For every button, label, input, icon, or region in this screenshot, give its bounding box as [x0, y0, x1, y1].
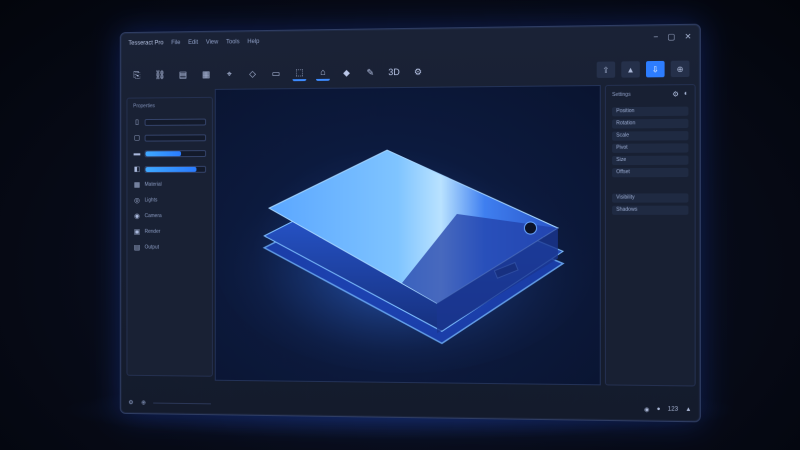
device-render: [215, 86, 594, 376]
toolbar: ⎘ ⛓ ▤ ▦ ⌖ ◇ ▭ ⬚ ⌂ ◆ ✎ 3D ⚙ ⇪ ▲ ⇩ ⊕: [121, 57, 700, 86]
status-zoom-value: 123: [667, 406, 679, 413]
mountain-icon[interactable]: ▲: [621, 61, 640, 78]
light-icon: ◎: [134, 197, 140, 205]
pen-icon[interactable]: ✎: [363, 65, 377, 79]
sidebar-item-label: Output: [144, 244, 159, 251]
app-window: Tesseract Pro File Edit View Tools Help …: [119, 23, 701, 423]
device-camera-lens: [524, 222, 536, 234]
status-gear-icon[interactable]: ⚙: [128, 399, 133, 406]
settings-icon[interactable]: ⚙: [411, 65, 425, 79]
menu-item-help[interactable]: Help: [247, 39, 259, 45]
property-row[interactable]: ▯: [127, 114, 211, 130]
camera-icon: ◉: [134, 213, 140, 221]
settings-panel: Settings ⚙ ◐ Position Rotation Scale Piv…: [604, 84, 696, 387]
gear-icon[interactable]: ⚙: [672, 90, 679, 98]
status-warning-icon[interactable]: ▲: [685, 406, 691, 413]
property-field[interactable]: [144, 133, 207, 142]
object-icon[interactable]: ◆: [340, 66, 354, 80]
settings-row-shadows[interactable]: Shadows: [612, 205, 689, 215]
menu-item-tools[interactable]: Tools: [226, 39, 240, 45]
pin-icon[interactable]: ⌖: [223, 67, 237, 81]
home-icon[interactable]: ⌂: [316, 64, 330, 81]
property-row[interactable]: ◧: [127, 161, 211, 177]
settings-row-size[interactable]: Size: [612, 155, 689, 166]
properties-header: Properties: [133, 103, 155, 110]
settings-row-pivot[interactable]: Pivot: [612, 143, 689, 153]
layers-icon[interactable]: ▤: [176, 68, 189, 82]
title-bar: Tesseract Pro File Edit View Tools Help …: [121, 25, 700, 55]
settings-header-icons: ⚙ ◐: [672, 90, 688, 98]
menu-bar: File Edit View Tools Help: [171, 39, 259, 46]
settings-row-scale[interactable]: Scale: [612, 131, 689, 141]
3d-icon[interactable]: 3D: [387, 65, 401, 79]
window-controls: − ▢ ✕: [653, 31, 691, 41]
frame-icon: ▢: [133, 134, 141, 142]
render-settings-icon: ▣: [133, 228, 141, 236]
status-target-icon[interactable]: ◉: [644, 406, 649, 413]
settings-row-visibility[interactable]: Visibility: [612, 193, 689, 203]
3d-viewport[interactable]: [214, 84, 601, 386]
settings-row-rotation[interactable]: Rotation: [612, 118, 689, 129]
settings-row-position[interactable]: Position: [612, 106, 689, 117]
object-icon: ▯: [135, 119, 139, 126]
grid-icon[interactable]: ▦: [199, 67, 213, 81]
property-slider[interactable]: [144, 149, 207, 157]
sidebar-item-output[interactable]: ▤ Output: [127, 240, 211, 256]
menu-item-view[interactable]: View: [206, 40, 218, 46]
output-icon: ▤: [133, 244, 141, 252]
share-icon[interactable]: ⊕: [670, 60, 690, 78]
property-row[interactable]: ▬: [127, 145, 211, 161]
app-title: Tesseract Pro: [128, 40, 164, 47]
material-icon: ▦: [133, 181, 141, 189]
status-dot-icon: ●: [656, 405, 661, 413]
maximize-icon[interactable]: ▢: [667, 32, 675, 41]
select-icon[interactable]: ⬚: [292, 65, 307, 82]
frame-icon[interactable]: ▭: [269, 66, 283, 80]
settings-title: Settings: [612, 91, 631, 99]
theme-icon[interactable]: ◐: [684, 90, 688, 98]
sidebar-item-render[interactable]: ▣ Render: [127, 224, 211, 240]
sidebar-item-camera[interactable]: ◉ Camera: [127, 208, 211, 224]
export-icon[interactable]: ⇪: [596, 61, 616, 78]
property-field[interactable]: [144, 118, 207, 126]
sidebar-item-label: Render: [144, 228, 161, 235]
sidebar-item-label: Lights: [144, 197, 158, 204]
bar-icon: ▬: [133, 149, 141, 157]
sidebar-item-label: Material: [144, 181, 162, 188]
status-divider: [153, 402, 212, 404]
slider-fill: [145, 166, 197, 172]
minimize-icon[interactable]: −: [653, 32, 658, 41]
status-add-icon[interactable]: ⊕: [141, 399, 146, 406]
sidebar-item-label: Camera: [144, 213, 162, 220]
slider-fill: [145, 150, 182, 156]
settings-header: Settings ⚙ ◐: [606, 85, 695, 104]
settings-row-offset[interactable]: Offset: [612, 167, 689, 178]
open-icon[interactable]: ⎘: [130, 68, 143, 82]
menu-item-file[interactable]: File: [171, 40, 180, 46]
render-icon[interactable]: ⇩: [646, 60, 665, 78]
close-icon[interactable]: ✕: [685, 31, 692, 40]
contrast-icon: ◧: [133, 166, 141, 174]
shape-icon[interactable]: ◇: [246, 67, 260, 81]
menu-item-edit[interactable]: Edit: [188, 40, 198, 46]
property-row[interactable]: ▢: [127, 129, 211, 145]
sidebar-item-material[interactable]: ▦ Material: [127, 177, 211, 193]
property-slider[interactable]: [144, 165, 207, 173]
sidebar-item-lights[interactable]: ◎ Lights: [127, 192, 211, 208]
status-right-group: ◉ ● 123 ▲: [644, 406, 691, 414]
toolbar-right-group: ⇪ ▲ ⇩ ⊕: [596, 60, 690, 78]
link-icon[interactable]: ⛓: [153, 68, 166, 82]
properties-panel: Properties ▯ ▢ ▬ ◧ ▦ Material ◎ Lights ◉…: [126, 96, 213, 377]
